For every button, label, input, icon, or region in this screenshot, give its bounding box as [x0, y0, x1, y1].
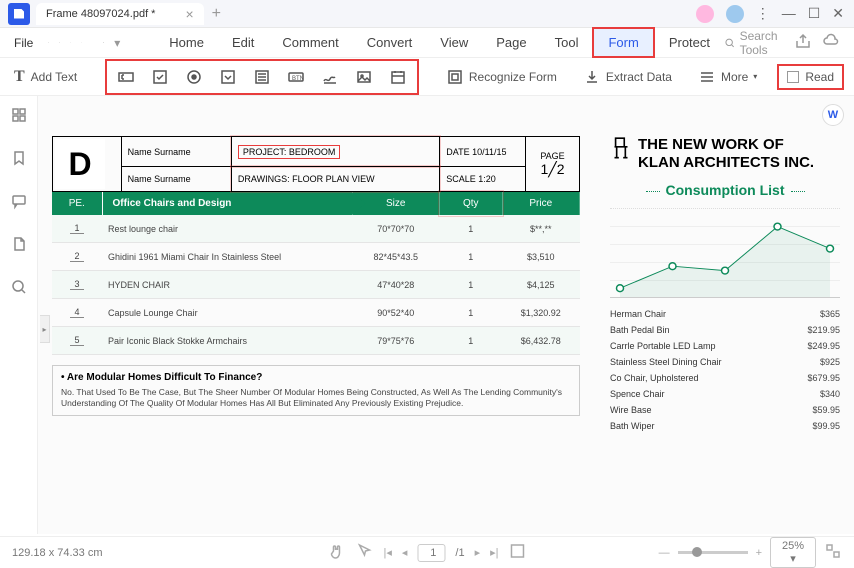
faq-article: • Are Modular Homes Difficult To Finance… [52, 365, 580, 416]
menu-tool[interactable]: Tool [541, 29, 593, 56]
coords-display: 129.18 x 74.33 cm [12, 547, 103, 559]
window-close-icon[interactable]: ✕ [832, 5, 844, 23]
list-item: Co Chair, Upholstered$679.95 [610, 370, 840, 386]
statusbar: 129.18 x 74.33 cm |◂ ◂ 1/1 ▸ ▸| — + 25% … [0, 536, 854, 568]
add-text-button[interactable]: T Add Text [10, 64, 81, 90]
comments-icon[interactable] [10, 192, 28, 215]
read-checkbox[interactable] [787, 71, 799, 83]
zoom-in-icon[interactable]: + [756, 547, 762, 559]
list-item: Bath Wiper$99.95 [610, 418, 840, 434]
menu-page[interactable]: Page [482, 29, 540, 56]
app-icon [8, 3, 30, 25]
table-row: 1Rest lounge chair70*70*701$**,** [52, 215, 580, 243]
redo-icon[interactable] [81, 34, 82, 52]
checkbox-tool[interactable] [145, 63, 175, 91]
search-sidebar-icon[interactable] [10, 278, 28, 301]
window-maximize-icon[interactable]: ☐ [808, 5, 821, 23]
table-row: 3HYDEN CHAIR47*40*281$4,125 [52, 271, 580, 299]
accent-dot-pink [696, 5, 714, 23]
menu-comment[interactable]: Comment [268, 29, 352, 56]
print-dropdown-icon[interactable]: ▾ [114, 34, 120, 52]
expand-sidebar-button[interactable]: ▸ [40, 315, 50, 343]
image-tool[interactable] [349, 63, 379, 91]
page-input[interactable]: 1 [417, 544, 445, 562]
table-row: 4Capsule Lounge Chair90*52*401$1,320.92 [52, 299, 580, 327]
form-controls-group: BTN [105, 59, 419, 95]
read-toggle[interactable]: Read [777, 64, 844, 90]
list-item: Carrle Portable LED Lamp$249.95 [610, 338, 840, 354]
menu-form[interactable]: Form [592, 27, 654, 58]
form-toolbar: T Add Text BTN Recognize Form Extract Da… [0, 58, 854, 96]
search-tools[interactable]: Search Tools [724, 29, 784, 57]
select-tool-icon[interactable] [355, 542, 373, 563]
list-item: Spence Chair$340 [610, 386, 840, 402]
fit-icon[interactable] [509, 542, 527, 563]
close-icon[interactable]: × [185, 6, 193, 22]
list-item: Herman Chair$365 [610, 306, 840, 322]
fit-page-icon[interactable] [824, 542, 842, 563]
consumption-list: Herman Chair$365Bath Pedal Bin$219.95Car… [610, 306, 840, 434]
recognize-form-button[interactable]: Recognize Form [440, 64, 563, 90]
add-tab-button[interactable]: + [212, 5, 221, 23]
consumption-chart [610, 208, 840, 298]
file-tab[interactable]: Frame 48097024.pdf * × [36, 3, 204, 25]
list-item: Bath Pedal Bin$219.95 [610, 322, 840, 338]
last-page-icon[interactable]: ▸| [490, 546, 498, 559]
project-header-table: D Name Surname PROJECT: BEDROOM DATE 10/… [52, 136, 580, 192]
consumption-title: Consumption List [610, 182, 840, 200]
next-page-icon[interactable]: ▸ [475, 546, 481, 559]
menu-convert[interactable]: Convert [353, 29, 427, 56]
chair-icon [610, 136, 632, 162]
window-minimize-icon[interactable]: — [782, 5, 796, 23]
textfield-tool[interactable] [111, 63, 141, 91]
print-icon[interactable] [103, 34, 104, 52]
prev-page-icon[interactable]: ◂ [402, 546, 408, 559]
date-tool[interactable] [383, 63, 413, 91]
first-page-icon[interactable]: |◂ [383, 546, 391, 559]
accent-dot-blue [726, 5, 744, 23]
share-icon[interactable] [794, 32, 812, 53]
table-row: 5Pair Iconic Black Stokke Armchairs79*75… [52, 327, 580, 355]
zoom-out-icon[interactable]: — [659, 547, 670, 559]
more-button[interactable]: More▾ [692, 64, 763, 90]
attachments-icon[interactable] [10, 235, 28, 258]
left-sidebar [0, 96, 38, 534]
thumbnails-icon[interactable] [10, 106, 28, 129]
menu-protect[interactable]: Protect [655, 29, 724, 56]
bookmarks-icon[interactable] [10, 149, 28, 172]
list-item: Stainless Steel Dining Chair$925 [610, 354, 840, 370]
menu-edit[interactable]: Edit [218, 29, 268, 56]
svg-text:BTN: BTN [292, 76, 304, 82]
tab-title: Frame 48097024.pdf * [46, 8, 155, 20]
kebab-menu-icon[interactable]: ⋮ [756, 5, 770, 23]
file-menu[interactable]: File [4, 36, 43, 50]
mail-icon[interactable] [59, 34, 60, 52]
word-export-icon[interactable]: W [822, 104, 844, 126]
save-icon[interactable] [48, 34, 49, 52]
dropdown-tool[interactable] [213, 63, 243, 91]
undo-icon[interactable] [70, 34, 71, 52]
zoom-slider[interactable] [678, 551, 748, 554]
signature-tool[interactable] [315, 63, 345, 91]
company-logo: D [55, 139, 105, 189]
menu-view[interactable]: View [426, 29, 482, 56]
cloud-icon[interactable] [822, 32, 840, 53]
extract-data-button[interactable]: Extract Data [577, 64, 678, 90]
menu-home[interactable]: Home [155, 29, 218, 56]
menubar: File ▾ Home Edit Comment Convert View Pa… [0, 28, 854, 58]
table-row: 2Ghidini 1961 Miami Chair In Stainless S… [52, 243, 580, 271]
titlebar: Frame 48097024.pdf * × + ⋮ — ☐ ✕ [0, 0, 854, 28]
zoom-input[interactable]: 25% ▾ [770, 537, 816, 568]
button-tool[interactable]: BTN [281, 63, 311, 91]
search-placeholder: Search Tools [740, 29, 784, 57]
listbox-tool[interactable] [247, 63, 277, 91]
radio-tool[interactable] [179, 63, 209, 91]
document-canvas[interactable]: ▸ W D Name Surname PROJECT: BEDROOM DATE… [38, 96, 854, 534]
office-chairs-table: PE. Office Chairs and Design Size Qty Pr… [52, 192, 580, 355]
project-field[interactable]: PROJECT: BEDROOM [238, 145, 341, 159]
list-item: Wire Base$59.95 [610, 402, 840, 418]
hand-tool-icon[interactable] [327, 542, 345, 563]
